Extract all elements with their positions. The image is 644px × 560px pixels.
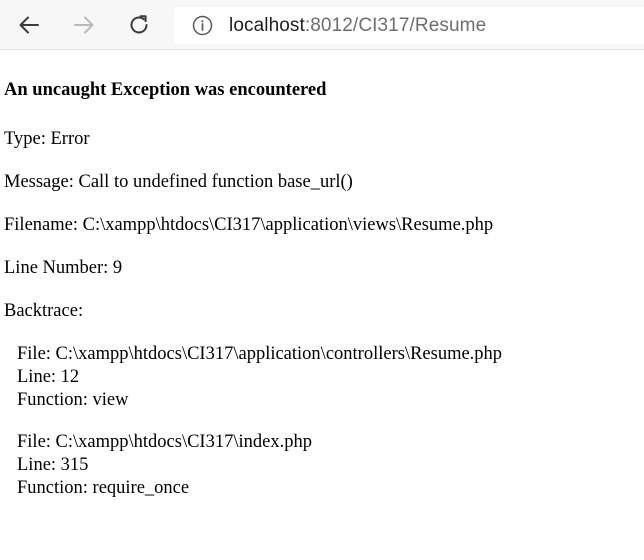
backtrace-label: Backtrace:	[4, 301, 84, 321]
url-path: :8012/CI317/Resume	[304, 15, 487, 36]
reload-icon	[130, 15, 148, 34]
back-arrow-icon	[19, 16, 39, 34]
backtrace-function: Function: view	[17, 390, 129, 410]
backtrace-function: Function: require_once	[17, 478, 190, 498]
reload-button[interactable]	[121, 7, 157, 43]
error-type: Type: Error	[4, 129, 90, 149]
url-text[interactable]: localhost:8012/CI317/Resume	[229, 15, 486, 37]
info-icon[interactable]	[192, 15, 213, 36]
forward-arrow-icon	[74, 16, 94, 34]
error-message: Message: Call to undefined function base…	[4, 172, 353, 192]
backtrace-entry: File: C:\xampp\htdocs\CI317\application\…	[17, 343, 502, 412]
backtrace-line: Line: 315	[17, 455, 89, 475]
backtrace-line: Line: 12	[17, 367, 80, 387]
address-bar[interactable]: localhost:8012/CI317/Resume	[174, 7, 644, 44]
browser-toolbar: localhost:8012/CI317/Resume	[0, 0, 644, 50]
error-heading: An uncaught Exception was encountered	[4, 80, 327, 100]
backtrace-entry: File: C:\xampp\htdocs\CI317\index.php Li…	[17, 431, 312, 500]
url-host: localhost	[229, 15, 305, 36]
error-line-number: Line Number: 9	[4, 258, 123, 278]
backtrace-file: File: C:\xampp\htdocs\CI317\application\…	[17, 344, 503, 364]
error-filename: Filename: C:\xampp\htdocs\CI317\applicat…	[4, 215, 494, 235]
backtrace-file: File: C:\xampp\htdocs\CI317\index.php	[17, 432, 312, 452]
forward-button[interactable]	[66, 7, 102, 43]
back-button[interactable]	[11, 7, 47, 43]
